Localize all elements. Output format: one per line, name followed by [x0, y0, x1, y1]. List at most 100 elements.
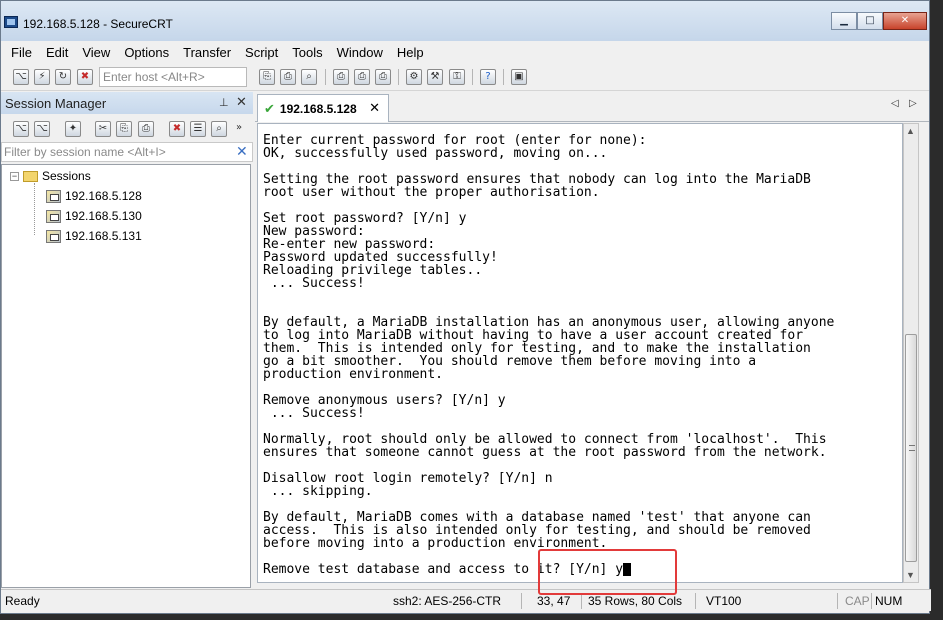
session-label: 192.168.5.128 — [65, 189, 142, 203]
monitor-icon[interactable]: ▣ — [511, 69, 527, 85]
maximize-button[interactable]: □ — [857, 12, 883, 30]
tree-session-item[interactable]: 192.168.5.128 — [46, 187, 142, 205]
connect-tab-icon[interactable]: ⌥ — [34, 121, 50, 137]
connect-icon[interactable]: ⌥ — [13, 69, 29, 85]
help-icon[interactable]: ? — [480, 69, 496, 85]
app-icon[interactable] — [4, 16, 18, 28]
status-divider — [521, 593, 522, 609]
tab-scroll-left-icon[interactable]: ◁ — [891, 98, 899, 109]
toolbar-separator — [325, 69, 326, 85]
menu-help[interactable]: Help — [397, 45, 424, 60]
menu-window[interactable]: Window — [337, 45, 383, 60]
title-bar: 192.168.5.128 - SecureCRT ▁ □ ✕ — [1, 1, 929, 41]
status-num-lock: NUM — [875, 594, 903, 608]
annotation-highlight-box — [538, 549, 677, 595]
menu-options[interactable]: Options — [124, 45, 169, 60]
collapse-icon[interactable]: − — [10, 171, 19, 181]
session-tab-bar: ✔ 192.168.5.128 ✕ ◁ ▷ — [255, 92, 929, 122]
copy-session-icon[interactable]: ⎘ — [116, 121, 132, 137]
find-icon[interactable]: ⌕ — [301, 69, 317, 85]
scroll-down-icon[interactable]: ▼ — [906, 570, 915, 580]
session-options-icon[interactable]: ⚙ — [406, 69, 422, 85]
scrollbar-thumb[interactable] — [905, 334, 917, 562]
tree-folder-sessions[interactable]: − Sessions — [10, 167, 91, 185]
terminal-scrollbar[interactable]: ▲ ▼ — [903, 123, 919, 583]
session-label: 192.168.5.130 — [65, 209, 142, 223]
terminal-line: ... Success! — [263, 406, 365, 421]
quick-connect-icon[interactable]: ⚡ — [34, 69, 50, 85]
toolbar-separator — [472, 69, 473, 85]
menu-transfer[interactable]: Transfer — [183, 45, 231, 60]
status-terminal-size: 35 Rows, 80 Cols — [588, 594, 683, 608]
pin-icon[interactable]: ⊥ — [219, 96, 229, 109]
terminal-line: production environment. — [263, 367, 444, 382]
folder-icon — [23, 170, 38, 182]
new-session-icon[interactable]: ✦ — [65, 121, 81, 137]
minimize-button[interactable]: ▁ — [831, 12, 857, 30]
session-filter-input[interactable]: Filter by session name <Alt+I> ✕ — [1, 142, 253, 162]
session-tree: − Sessions 192.168.5.128 192.168.5.130 1… — [1, 164, 251, 588]
keymap-icon[interactable]: ⚿ — [449, 69, 465, 85]
status-emulation: VT100 — [706, 594, 742, 608]
status-ready: Ready — [5, 594, 40, 608]
menu-tools[interactable]: Tools — [292, 45, 322, 60]
session-manager-panel: Session Manager ⊥ ✕ ⌥ ⌥ ✦ ✂ ⎘ ⎙ ✖ ☰ ⌕ » … — [1, 92, 253, 589]
session-icon — [46, 229, 61, 243]
terminal-line: ... Success! — [263, 276, 365, 291]
connect-session-icon[interactable]: ⌥ — [13, 121, 29, 137]
securecrt-window: 192.168.5.128 - SecureCRT ▁ □ ✕ File Edi… — [0, 0, 931, 614]
more-icon[interactable]: » — [233, 121, 245, 137]
tree-session-item[interactable]: 192.168.5.131 — [46, 227, 142, 245]
toolbar-separator — [503, 69, 504, 85]
copy-icon[interactable]: ⎘ — [259, 69, 275, 85]
paste-session-icon[interactable]: ⎙ — [138, 121, 154, 137]
status-divider — [837, 593, 838, 609]
delete-icon[interactable]: ✖ — [169, 121, 185, 137]
session-label: 192.168.5.131 — [65, 229, 142, 243]
status-divider — [581, 593, 582, 609]
find-session-icon[interactable]: ⌕ — [211, 121, 227, 137]
tab-scroll-right-icon[interactable]: ▷ — [909, 98, 917, 109]
status-cursor-position: 33, 47 — [537, 594, 571, 608]
connected-check-icon: ✔ — [264, 100, 275, 116]
paste-icon[interactable]: ⎙ — [280, 69, 296, 85]
close-panel-icon[interactable]: ✕ — [236, 94, 247, 110]
clear-filter-icon[interactable]: ✕ — [236, 143, 248, 160]
global-options-icon[interactable]: ⚒ — [427, 69, 443, 85]
menu-edit[interactable]: Edit — [46, 45, 68, 60]
status-protocol: ssh2: AES-256-CTR — [393, 594, 502, 608]
menu-file[interactable]: File — [11, 45, 32, 60]
main-toolbar: ⌥ ⚡ ↻ ✖ Enter host <Alt+R> ⎘ ⎙ ⌕ ⎙ ⎙ ⎙ ⚙… — [1, 63, 929, 91]
reconnect-icon[interactable]: ↻ — [55, 69, 71, 85]
terminal-line: OK, successfully used password, moving o… — [263, 146, 608, 161]
window-controls: ▁ □ ✕ — [831, 12, 927, 30]
terminal-view[interactable]: Enter current password for root (enter f… — [257, 123, 903, 583]
print-icon[interactable]: ⎙ — [333, 69, 349, 85]
tab-session-active[interactable]: ✔ 192.168.5.128 ✕ — [257, 94, 389, 122]
disconnect-icon[interactable]: ✖ — [77, 69, 93, 85]
status-caps-lock: CAP — [845, 594, 870, 608]
session-icon — [46, 209, 61, 223]
menu-view[interactable]: View — [82, 45, 110, 60]
quick-connect-input[interactable]: Enter host <Alt+R> — [99, 67, 247, 87]
tree-session-item[interactable]: 192.168.5.130 — [46, 207, 142, 225]
status-divider — [695, 593, 696, 609]
print-setup-icon[interactable]: ⎙ — [375, 69, 391, 85]
tab-label: 192.168.5.128 — [279, 101, 357, 116]
menu-script[interactable]: Script — [245, 45, 278, 60]
folder-label: Sessions — [42, 169, 91, 183]
print-selection-icon[interactable]: ⎙ — [354, 69, 370, 85]
toolbar-separator — [398, 69, 399, 85]
session-manager-toolbar: ⌥ ⌥ ✦ ✂ ⎘ ⎙ ✖ ☰ ⌕ » — [1, 116, 253, 140]
cut-icon[interactable]: ✂ — [95, 121, 111, 137]
close-button[interactable]: ✕ — [883, 12, 927, 30]
status-bar: Ready ssh2: AES-256-CTR 33, 47 35 Rows, … — [1, 589, 931, 611]
session-manager-title: Session Manager — [5, 96, 107, 111]
properties-icon[interactable]: ☰ — [190, 121, 206, 137]
scroll-up-icon[interactable]: ▲ — [906, 126, 915, 136]
terminal-line: root user without the proper authorisati… — [263, 185, 600, 200]
window-title: 192.168.5.128 - SecureCRT — [23, 17, 173, 31]
tab-close-icon[interactable]: ✕ — [369, 100, 380, 116]
terminal-line: ... skipping. — [263, 484, 373, 499]
